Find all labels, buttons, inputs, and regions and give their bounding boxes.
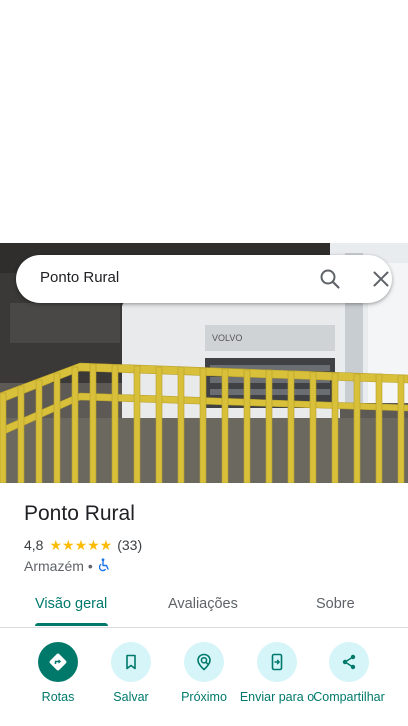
category-row: Armazém •	[24, 557, 111, 575]
save-button[interactable]: Salvar	[91, 640, 171, 705]
review-count[interactable]: (33)	[117, 537, 142, 553]
directions-icon	[38, 642, 78, 682]
rating-row[interactable]: 4,8 ★★★★★ (33)	[24, 536, 142, 554]
rating-stars: ★★★★★	[49, 536, 113, 553]
search-icon[interactable]	[318, 267, 342, 291]
active-tab-indicator	[35, 623, 108, 626]
send-to-phone-label: Enviar para o	[239, 690, 315, 704]
send-to-phone-button[interactable]: Enviar para o	[237, 640, 317, 705]
share-label: Compartilhar	[313, 690, 385, 704]
tab-about[interactable]: Sobre	[316, 596, 355, 612]
bookmark-icon	[111, 642, 151, 682]
tab-overview[interactable]: Visão geral	[35, 596, 107, 612]
place-title: Ponto Rural	[24, 502, 135, 525]
action-buttons: Rotas Salvar Próximo Enviar para o Compa…	[0, 640, 408, 726]
svg-text:VOLVO: VOLVO	[212, 333, 242, 343]
save-label: Salvar	[113, 690, 149, 704]
send-to-phone-icon	[257, 642, 297, 682]
close-icon[interactable]	[369, 267, 393, 291]
tab-reviews[interactable]: Avaliações	[168, 596, 238, 612]
share-icon	[329, 642, 369, 682]
separator-dot: •	[87, 558, 93, 574]
search-input[interactable]: Ponto Rural	[40, 269, 119, 286]
map-blank-area	[0, 0, 408, 243]
place-category: Armazém	[24, 558, 84, 574]
share-button[interactable]: Compartilhar	[310, 640, 388, 705]
directions-label: Rotas	[41, 690, 75, 704]
nearby-button[interactable]: Próximo	[164, 640, 244, 705]
tab-bar: Visão geral Avaliações Sobre	[0, 586, 408, 628]
wheelchair-icon	[97, 557, 111, 575]
search-bar[interactable]: Ponto Rural	[16, 255, 392, 303]
rating-value: 4,8	[24, 537, 44, 553]
directions-button[interactable]: Rotas	[18, 640, 98, 705]
nearby-label: Próximo	[181, 690, 227, 704]
nearby-icon	[184, 642, 224, 682]
